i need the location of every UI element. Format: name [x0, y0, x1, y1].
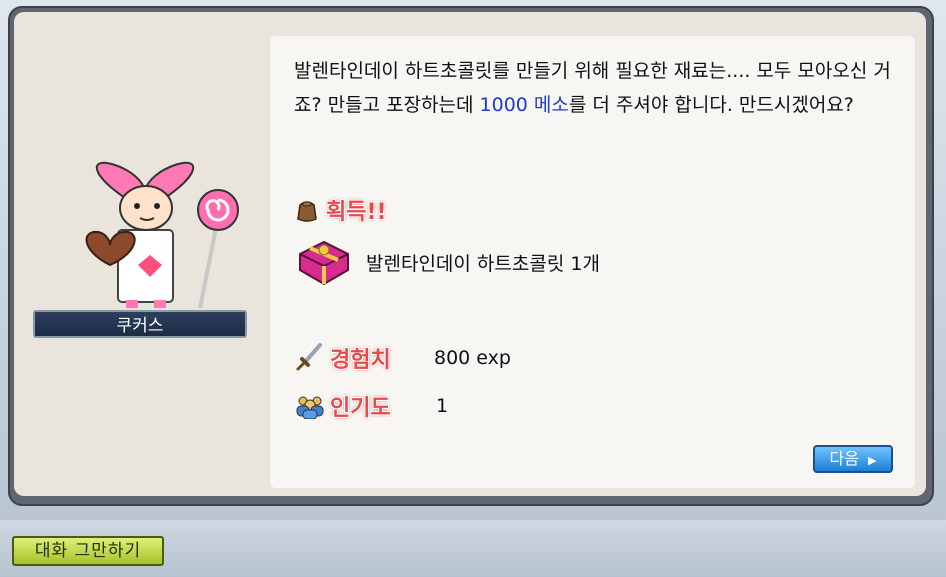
npc-dialog-frame: 쿠커스 발렌타인데이 하트초콜릿를 만들기 위해 필요한 재료는.... 모두 … — [0, 0, 946, 520]
dialog-text-panel: 발렌타인데이 하트초콜릿를 만들기 위해 필요한 재료는.... 모두 모아오신… — [270, 36, 915, 488]
next-button-label: 다음 — [829, 449, 859, 468]
dialog-message: 발렌타인데이 하트초콜릿를 만들기 위해 필요한 재료는.... 모두 모아오신… — [294, 54, 894, 122]
dialog-highlight-meso: 1000 메소 — [479, 94, 569, 116]
fame-row: 인기도 1 — [294, 390, 448, 422]
acquire-title: 획득!! — [326, 200, 387, 225]
fame-value: 1 — [436, 395, 449, 417]
people-icon — [296, 396, 324, 419]
exp-value: 800 exp — [434, 347, 511, 369]
npc-nameplate: 쿠커스 — [33, 310, 247, 338]
bag-icon — [297, 201, 317, 222]
sword-icon — [296, 343, 322, 371]
reward-item-label: 발렌타인데이 하트초콜릿 1개 — [366, 252, 600, 275]
dialog-text-after: 를 더 주셔야 합니다. 만드시겠어요? — [568, 94, 854, 116]
arrow-right-icon: ▶ — [868, 454, 877, 467]
fame-title: 인기도 — [330, 396, 391, 421]
npc-portrait — [85, 161, 239, 309]
end-chat-button[interactable]: 대화 그만하기 — [12, 536, 164, 566]
reward-item: 발렌타인데이 하트초콜릿 1개 — [294, 236, 600, 288]
exp-row: 경험치 800 exp — [294, 342, 511, 374]
acquire-header: 획득!! — [294, 194, 387, 226]
chocolate-box-icon — [299, 240, 349, 286]
exp-title: 경험치 — [330, 348, 391, 373]
next-button[interactable]: 다음 ▶ — [813, 445, 893, 473]
